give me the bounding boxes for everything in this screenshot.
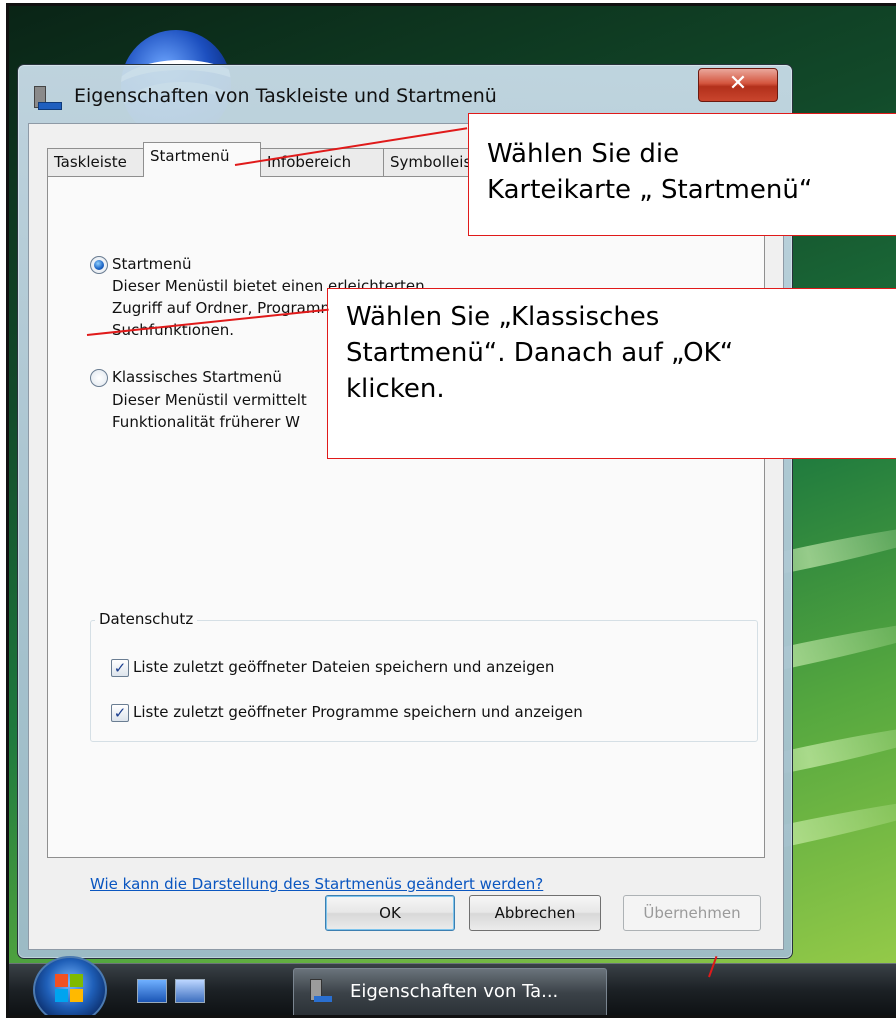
checkbox-recent-files-label: Liste zuletzt geöffneter Dateien speiche…: [133, 658, 555, 676]
checkbox-checked-icon[interactable]: ✓: [111, 704, 129, 722]
callout-text-line: Wählen Sie „Klassisches: [346, 302, 660, 332]
windows-logo-icon: [55, 974, 83, 1002]
taskbar-item-properties[interactable]: Eigenschaften von Ta...: [293, 968, 607, 1015]
cancel-button[interactable]: Abbrechen: [469, 895, 601, 931]
dialog-body: Taskleiste Startmenü Infobereich Symboll…: [28, 123, 784, 950]
switch-windows-icon[interactable]: [175, 979, 205, 1003]
checkbox-checked-icon[interactable]: ✓: [111, 659, 129, 677]
checkbox-recent-programs-label: Liste zuletzt geöffneter Programme speic…: [133, 703, 583, 721]
klassisch-description-line: Dieser Menüstil vermittelt: [112, 391, 307, 409]
klassisch-description-line: Funktionalität früherer W: [112, 413, 301, 431]
start-button[interactable]: [33, 956, 107, 1015]
tab-panel-startmenue: Startmenü Dieser Menüstil bietet einen e…: [47, 176, 765, 893]
tab-taskleiste[interactable]: Taskleiste: [47, 148, 144, 176]
radio-button-selected[interactable]: [90, 256, 108, 274]
help-link[interactable]: Wie kann die Darstellung des Startmenüs …: [90, 875, 543, 893]
callout-text-line: Wählen Sie die: [487, 139, 680, 169]
close-button[interactable]: ✕: [698, 68, 778, 102]
radio-button-unselected[interactable]: [90, 369, 108, 387]
taskbar-item-label: Eigenschaften von Ta...: [350, 981, 559, 1002]
callout-select-tab: Wählen Sie die Karteikarte „ Startmenü“: [468, 113, 896, 236]
ok-button[interactable]: OK: [325, 895, 455, 931]
screenshot-frame: Eigenschaften von Taskleiste und Startme…: [6, 3, 896, 1018]
tab-startmenue[interactable]: Startmenü: [143, 142, 261, 177]
taskbar: Eigenschaften von Ta...: [9, 955, 896, 1015]
datenschutz-group: Datenschutz ✓ Liste zuletzt geöffneter D…: [90, 610, 758, 742]
taskbar-properties-icon: [308, 979, 334, 1005]
taskbar-red-mark: [708, 955, 718, 978]
dialog-title: Eigenschaften von Taskleiste und Startme…: [74, 85, 497, 107]
show-desktop-icon[interactable]: [137, 979, 167, 1003]
callout-text-line: klicken.: [346, 374, 445, 404]
radio-klassisch-label: Klassisches Startmenü: [112, 368, 282, 386]
radio-startmenue-label: Startmenü: [112, 255, 192, 273]
apply-button[interactable]: Übernehmen: [623, 895, 761, 931]
datenschutz-legend: Datenschutz: [95, 610, 198, 628]
callout-text-line: Startmenü“. Danach auf „OK“: [346, 338, 734, 368]
taskbar-properties-icon: [34, 84, 62, 110]
callout-select-classic: Wählen Sie „Klassisches Startmenü“. Dana…: [327, 288, 896, 459]
callout-text-line: Karteikarte „ Startmenü“: [487, 175, 813, 205]
